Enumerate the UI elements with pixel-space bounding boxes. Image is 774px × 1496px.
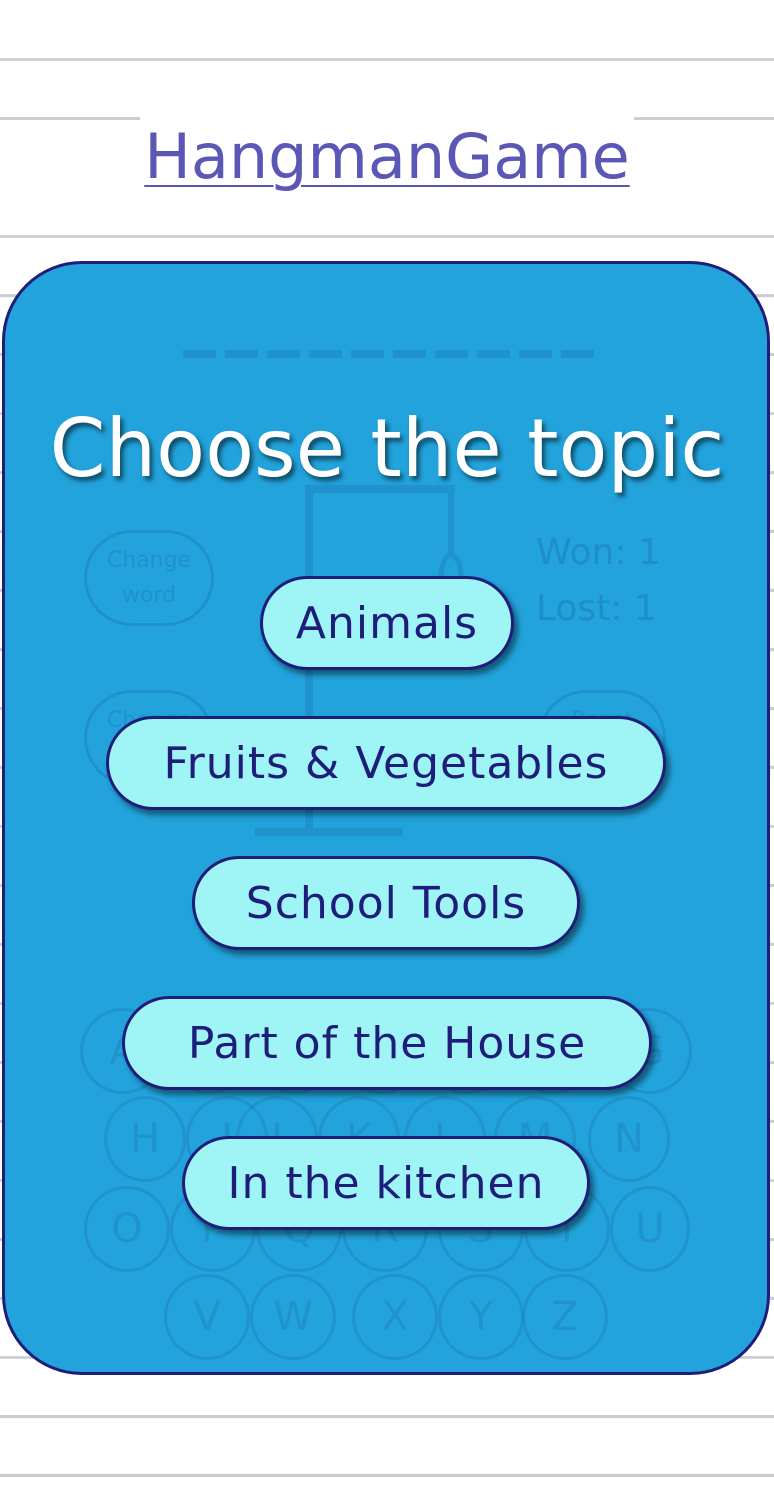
letter-key: H: [104, 1096, 186, 1182]
page-title[interactable]: HangmanGame: [0, 120, 774, 193]
letter-key: Y: [438, 1274, 524, 1360]
word-dash: [561, 350, 594, 358]
letter-key: U: [610, 1186, 690, 1272]
topic-button-in-the-kitchen[interactable]: In the kitchen: [182, 1136, 590, 1230]
word-dash: [351, 350, 384, 358]
lost-counter: Lost: 1: [536, 588, 657, 629]
word-dash: [183, 350, 216, 358]
word-dash: [267, 350, 300, 358]
letter-key: O: [84, 1186, 170, 1272]
word-dash: [519, 350, 552, 358]
choose-topic-heading: Choose the topic: [49, 402, 725, 495]
topic-button-part-of-the-house[interactable]: Part of the House: [122, 996, 652, 1090]
topic-button-fruits-vegetables[interactable]: Fruits & Vegetables: [106, 716, 666, 810]
letter-key: V: [164, 1274, 250, 1360]
word-dash: [393, 350, 426, 358]
letter-key: X: [352, 1274, 438, 1360]
change-word-button: Change word: [84, 530, 214, 626]
topic-button-animals[interactable]: Animals: [260, 576, 514, 670]
letter-key: N: [588, 1096, 670, 1182]
word-dash: [477, 350, 510, 358]
word-dash: [225, 350, 258, 358]
won-counter: Won: 1: [536, 532, 661, 573]
topic-button-school-tools[interactable]: School Tools: [192, 856, 580, 950]
letter-key: Z: [522, 1274, 608, 1360]
word-dash: [435, 350, 468, 358]
letter-key: W: [250, 1274, 336, 1360]
word-dash: [309, 350, 342, 358]
